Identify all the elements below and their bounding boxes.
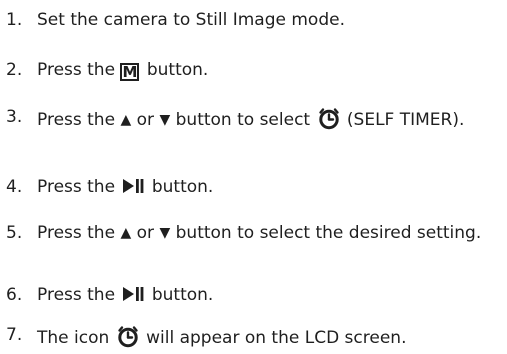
step-number: 7. (6, 325, 23, 345)
up-triangle-icon: ▲ (120, 225, 132, 241)
self-timer-icon (318, 108, 339, 130)
step-text-pre: Press the (37, 177, 116, 197)
step-number: 1. (6, 10, 23, 30)
step-body: Press the ▲ or ▼ button to select the de… (37, 222, 497, 244)
play-pause-icon (123, 287, 144, 301)
step-1: 1. Set the camera to Still Image mode. (6, 9, 501, 31)
step-6: 6. Press the button. (6, 284, 501, 306)
step-number: 5. (6, 223, 23, 243)
step-text-post: button. (151, 285, 214, 305)
step-number: 6. (6, 285, 23, 305)
step-text-post: button. (151, 177, 214, 197)
up-triangle-icon: ▲ (120, 112, 132, 128)
step-text-pre: Press the (37, 285, 116, 305)
step-4: 4. Press the button. (6, 176, 501, 198)
step-text: Set the camera to Still Image mode. (37, 10, 345, 30)
step-2: 2. Press the M button. (6, 59, 501, 81)
step-text-tail: (SELF TIMER). (346, 110, 465, 130)
step-text-post: button. (146, 60, 209, 80)
step-text-mid: or (136, 110, 155, 130)
step-3: 3. Press the ▲ or ▼ button to select (SE… (6, 106, 501, 131)
step-text-pre: Press the (37, 223, 116, 243)
step-text-pre: The icon (37, 328, 110, 348)
self-timer-icon (117, 326, 138, 348)
menu-button-icon: M (120, 63, 140, 81)
step-text-mid: or (136, 223, 155, 243)
step-body: Press the button. (37, 284, 213, 306)
step-body: The icon will appear on the LCD screen. (37, 324, 406, 349)
step-text-post: button to select the desired setting. (175, 223, 482, 243)
down-triangle-icon: ▼ (159, 112, 171, 128)
step-text-post: will appear on the LCD screen. (146, 328, 407, 348)
instruction-list: 1. Set the camera to Still Image mode. 2… (0, 0, 507, 354)
step-number: 4. (6, 177, 23, 197)
step-text-pre: Press the (37, 60, 116, 80)
step-text-pre: Press the (37, 110, 116, 130)
step-body: Press the M button. (37, 59, 208, 81)
step-number: 3. (6, 107, 23, 127)
step-number: 2. (6, 60, 23, 80)
step-5: 5. Press the ▲ or ▼ button to select the… (6, 222, 501, 244)
step-body: Press the button. (37, 176, 213, 198)
step-7: 7. The icon will appear on the LCD scree… (6, 324, 501, 349)
play-pause-icon (123, 179, 144, 193)
step-text-post: button to select (175, 110, 311, 130)
down-triangle-icon: ▼ (159, 225, 171, 241)
step-body: Press the ▲ or ▼ button to select (SELF … (37, 106, 497, 131)
